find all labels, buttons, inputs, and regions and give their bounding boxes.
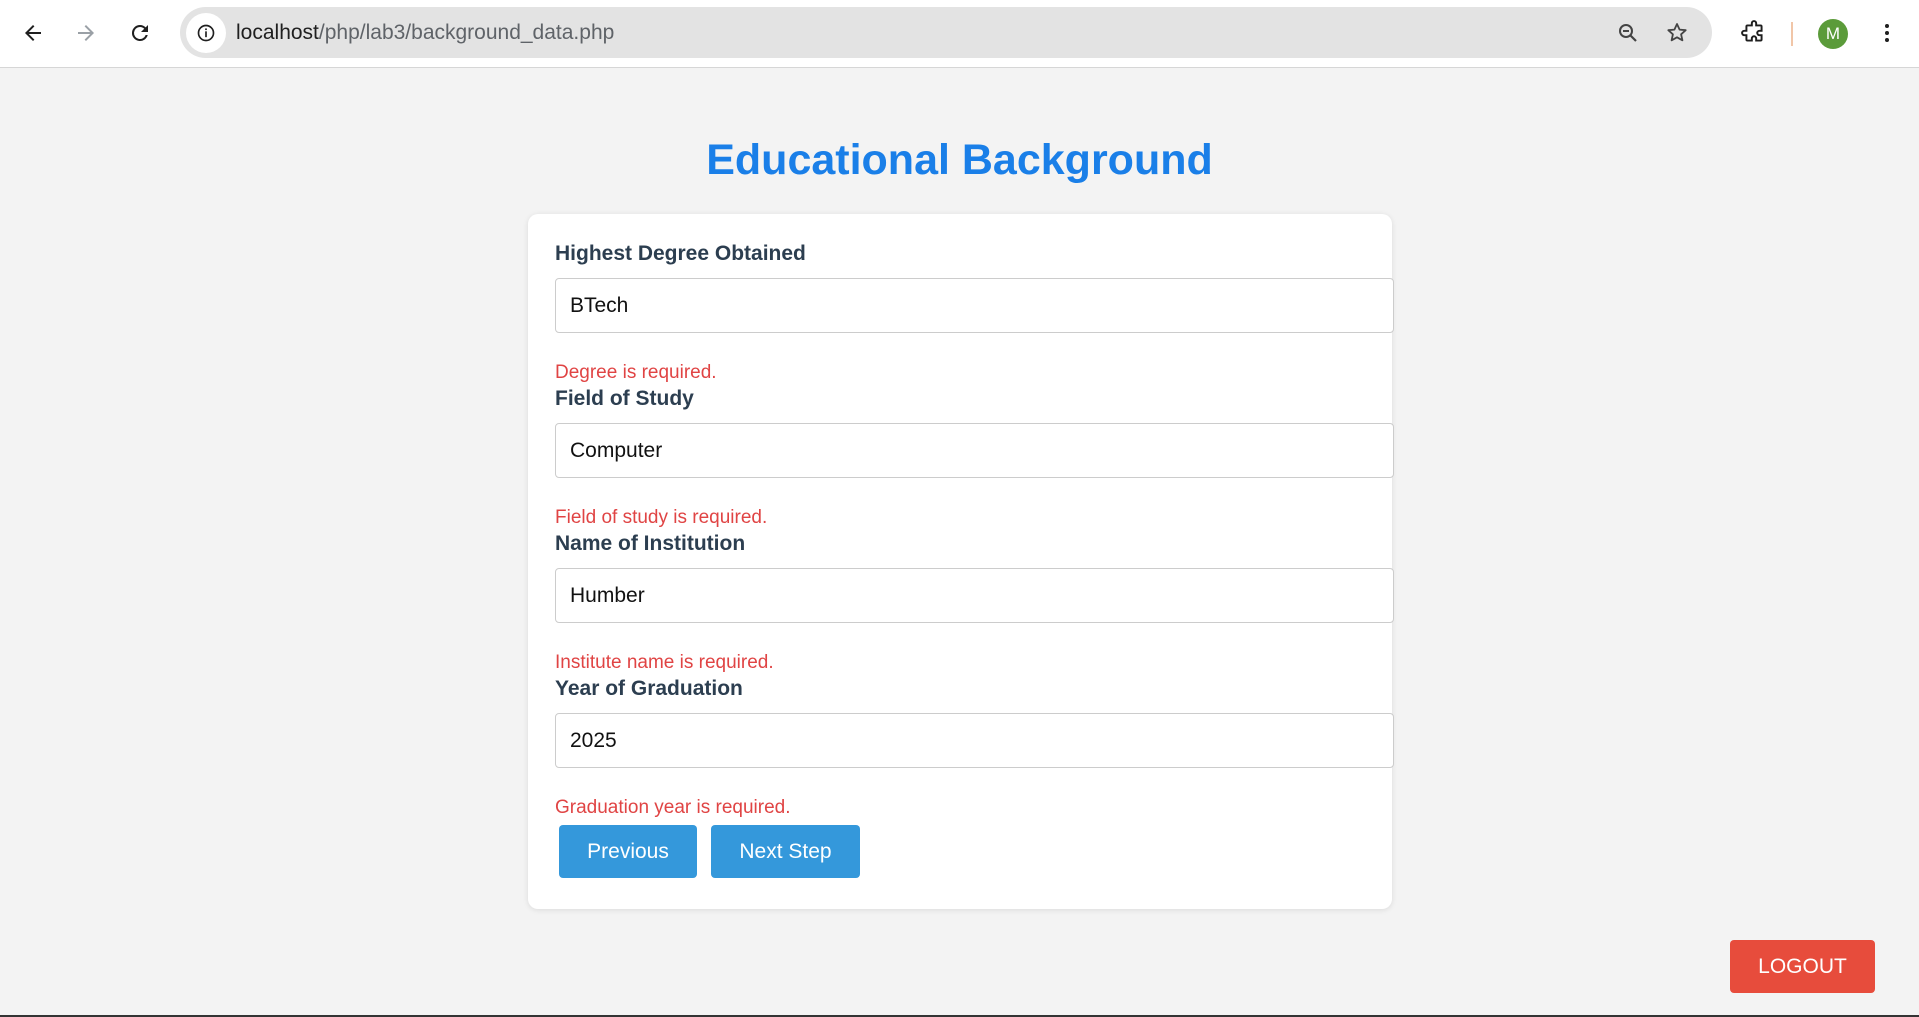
previous-button[interactable]: Previous	[559, 825, 697, 878]
extensions-button[interactable]	[1736, 15, 1772, 51]
zoom-button[interactable]	[1614, 19, 1642, 47]
bookmark-button[interactable]	[1663, 19, 1691, 47]
graduation-year-label: Year of Graduation	[555, 677, 743, 700]
puzzle-icon	[1741, 20, 1763, 42]
reload-button[interactable]	[119, 12, 161, 54]
url-text: localhost/php/lab3/background_data.php	[236, 21, 614, 45]
star-icon	[1667, 23, 1687, 42]
url-path: /php/lab3/background_data.php	[318, 21, 615, 44]
more-vertical-icon	[1885, 24, 1889, 42]
zoom-out-icon	[1619, 24, 1637, 42]
next-step-button[interactable]: Next Step	[711, 825, 860, 878]
graduation-year-error: Graduation year is required.	[555, 797, 791, 818]
address-bar[interactable]: localhost/php/lab3/background_data.php	[180, 7, 1712, 58]
field-of-study-label: Field of Study	[555, 387, 694, 410]
info-icon	[197, 24, 215, 42]
forward-button[interactable]	[65, 12, 107, 54]
graduation-year-input[interactable]	[555, 713, 1394, 768]
toolbar-divider	[1791, 22, 1793, 46]
institution-error: Institute name is required.	[555, 652, 774, 673]
back-button[interactable]	[12, 12, 54, 54]
profile-avatar[interactable]: M	[1818, 19, 1848, 49]
browser-menu-button[interactable]	[1872, 15, 1902, 51]
institution-input[interactable]	[555, 568, 1394, 623]
arrow-right-icon	[78, 25, 94, 41]
degree-input[interactable]	[555, 278, 1394, 333]
education-form: Highest Degree Obtained Degree is requir…	[528, 214, 1394, 909]
institution-label: Name of Institution	[555, 532, 746, 555]
reload-icon	[131, 24, 148, 41]
degree-error: Degree is required.	[555, 362, 717, 383]
field-of-study-error: Field of study is required.	[555, 507, 768, 528]
site-info-button[interactable]	[186, 13, 226, 53]
field-of-study-input[interactable]	[555, 423, 1394, 478]
browser-toolbar: localhost/php/lab3/background_data.php M	[0, 0, 1919, 68]
degree-label: Highest Degree Obtained	[555, 242, 806, 265]
arrow-left-icon	[25, 25, 41, 41]
logout-button[interactable]: LOGOUT	[1730, 940, 1875, 993]
page-title: Educational Background	[706, 136, 1213, 184]
url-host: localhost	[236, 21, 319, 44]
